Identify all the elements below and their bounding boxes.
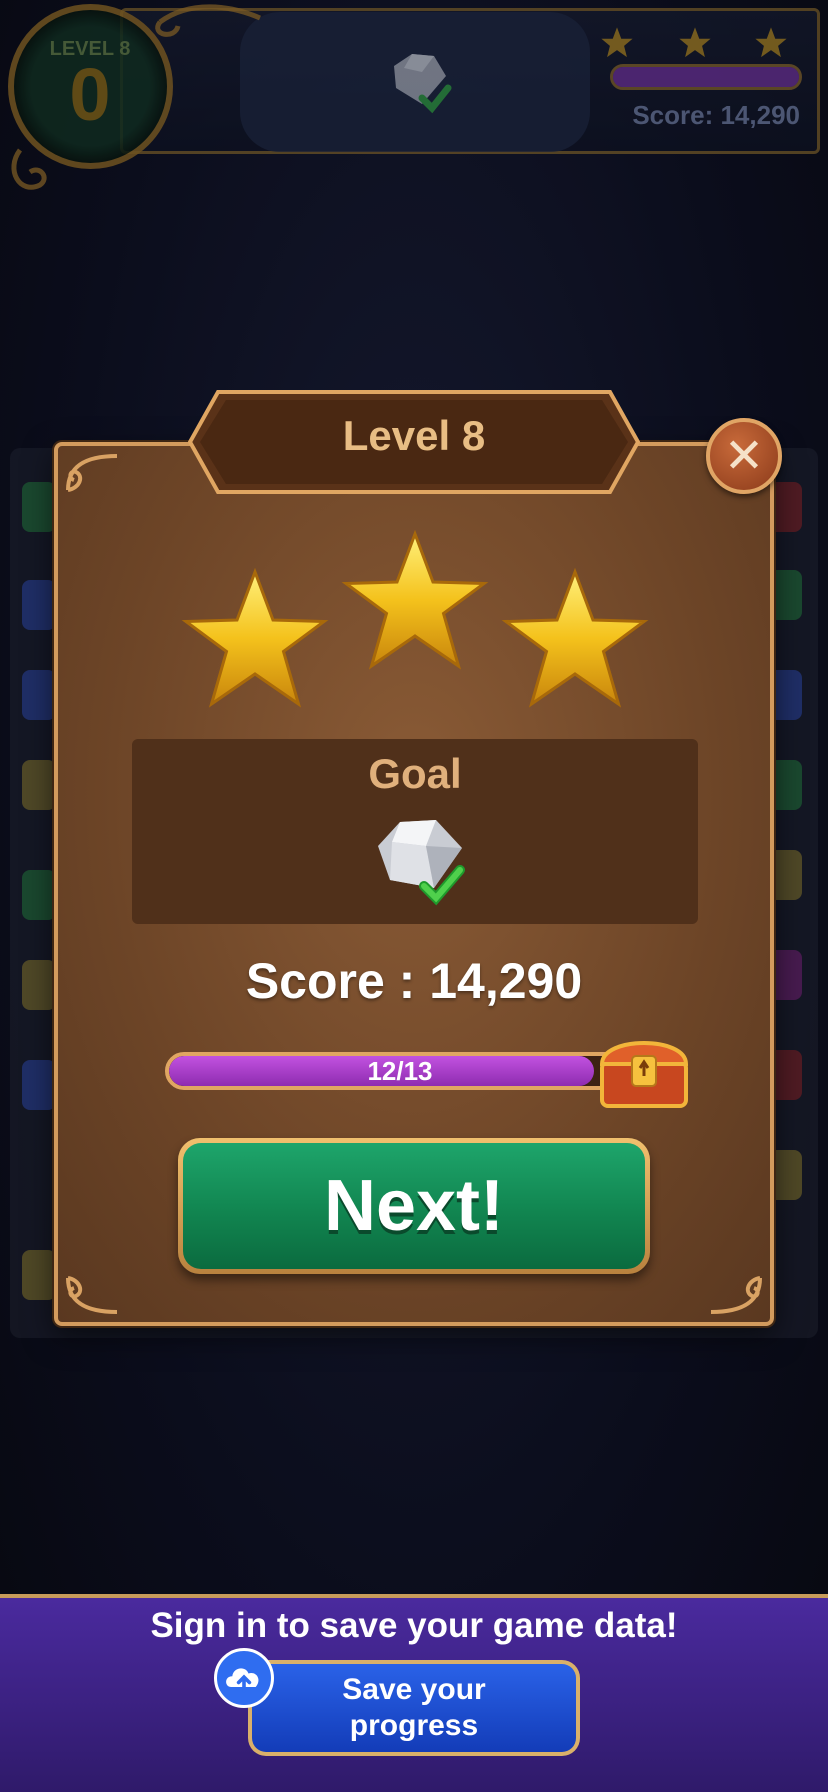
next-button[interactable]: Next! (178, 1138, 650, 1274)
sapphire-gem (22, 580, 56, 630)
star-icon (181, 567, 329, 708)
hud-progress-fill (613, 67, 799, 87)
close-button[interactable]: ✕ (706, 418, 782, 494)
topaz-gem (22, 760, 56, 810)
dialog-title: Level 8 (342, 412, 486, 459)
corner-ornament-icon (66, 454, 118, 492)
save-progress-label: Save your progress (252, 1664, 576, 1752)
emerald-gem (22, 870, 56, 920)
star-icon (755, 27, 787, 58)
topaz-gem (22, 960, 56, 1010)
hud-stars (600, 26, 800, 62)
save-progress-button[interactable]: Save your progress (248, 1660, 580, 1756)
next-button-label: Next! (183, 1143, 645, 1269)
diamond-icon (378, 820, 465, 906)
banner-text: Sign in to save your game data! (150, 1606, 678, 1645)
sapphire-gem (22, 1060, 56, 1110)
sapphire-gem (22, 670, 56, 720)
moves-counter: 0 (69, 53, 111, 136)
topaz-gem (22, 1250, 56, 1300)
close-icon: ✕ (723, 428, 765, 484)
hud-progress-bar (610, 64, 802, 90)
goal-label: Goal (368, 750, 462, 797)
board-gems-right (768, 470, 808, 1300)
reward-progress-text: 12/13 (367, 1056, 433, 1086)
top-hud: LEVEL 8 0 Score: 14,290 (0, 0, 828, 190)
cloud-upload-icon (214, 1648, 274, 1708)
emerald-gem (22, 482, 56, 532)
hud-score: Score: 14,290 (632, 100, 800, 130)
star-icon (501, 567, 649, 708)
star-icon (679, 27, 711, 58)
treasure-chest-icon[interactable] (594, 1026, 694, 1110)
corner-ornament-icon (66, 1276, 118, 1314)
star-icon (341, 529, 489, 670)
star-icon (601, 27, 633, 58)
hud-diamond-icon (394, 54, 452, 114)
score-text: Score : 14,290 (245, 953, 583, 1009)
corner-ornament-icon (710, 1276, 762, 1314)
